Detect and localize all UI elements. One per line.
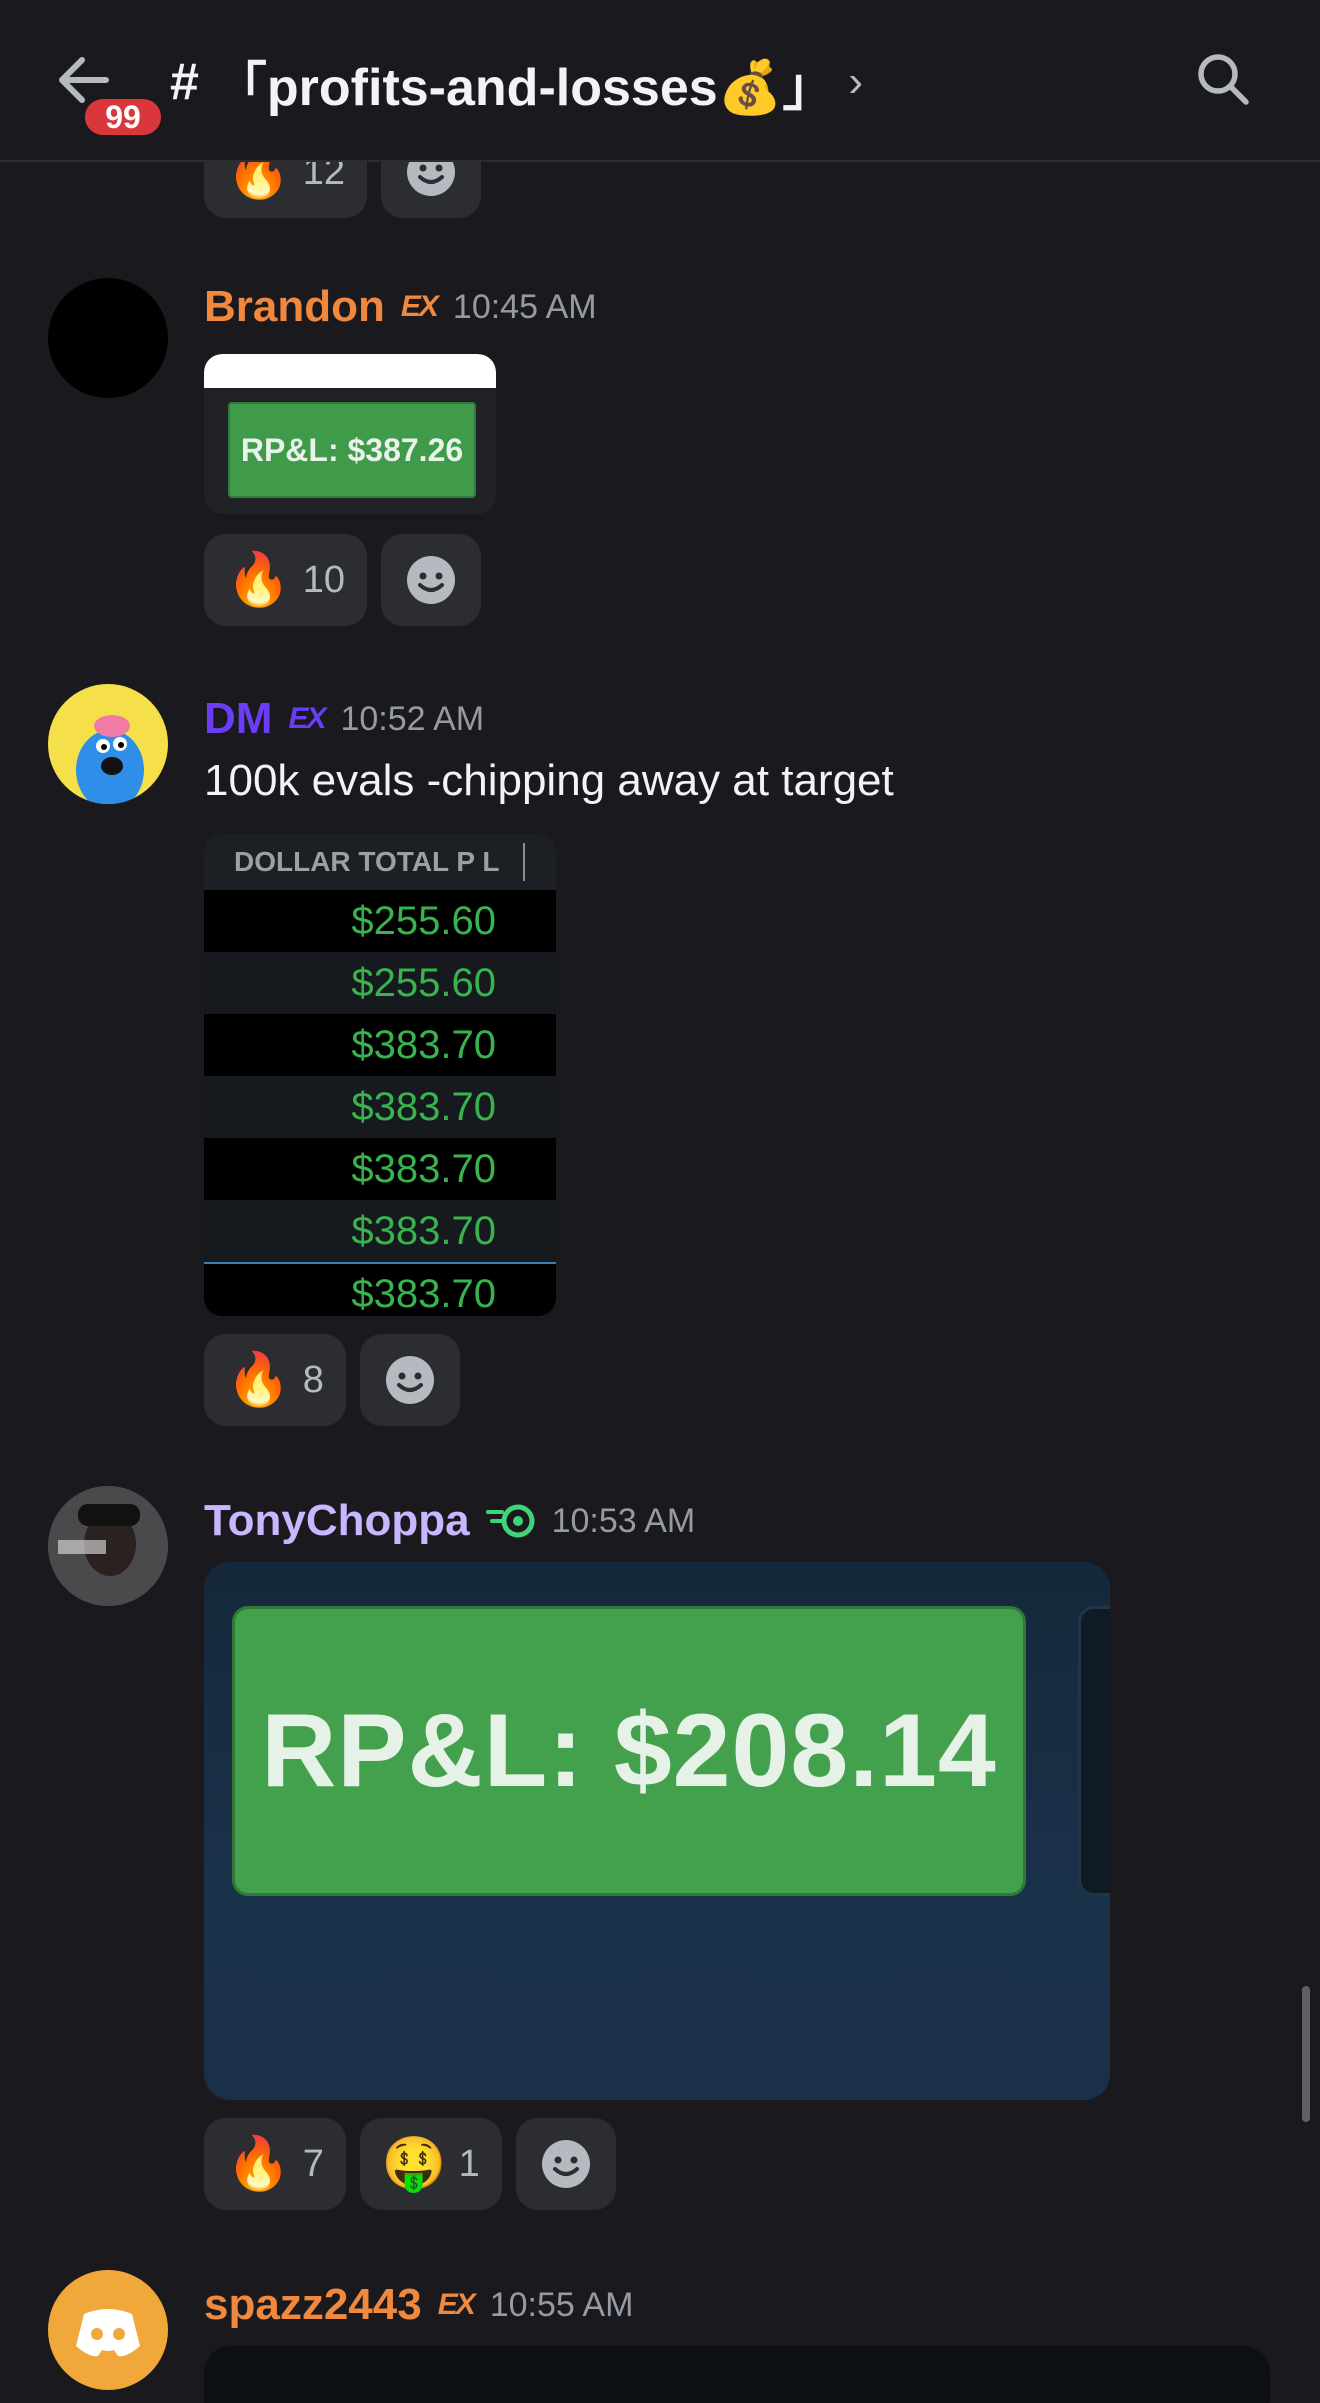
image-top-strip — [204, 354, 496, 388]
username[interactable]: spazz2443 — [204, 2280, 422, 2330]
add-reaction-button[interactable] — [381, 534, 482, 626]
avatar[interactable] — [48, 2270, 168, 2390]
pnl-image-attachment[interactable]: RP&L: $208.14 — [204, 1562, 1110, 2100]
table-row: $255.60 — [204, 890, 556, 952]
pnl-value: RP&L: $208.14 — [232, 1606, 1026, 1896]
timestamp: 10:45 AM — [452, 287, 597, 326]
reaction-fire[interactable]: 🔥 7 — [204, 2118, 346, 2210]
hash-icon: # — [170, 53, 199, 111]
chevron-right-icon: › — [848, 57, 864, 106]
table-row: $383.70 — [204, 1014, 556, 1076]
avatar[interactable] — [48, 278, 168, 398]
table-row: $383.70 — [204, 1076, 556, 1138]
reaction-fire[interactable]: 🔥 8 — [204, 1334, 346, 1426]
reaction-money-mouth[interactable]: 🤑 1 — [359, 2118, 502, 2210]
reaction-count: 7 — [302, 2142, 324, 2185]
unread-badge: 99 — [80, 94, 166, 140]
table-row: $383.70 — [204, 1262, 556, 1316]
message-header: Brandon EX 10:45 AM — [204, 282, 597, 332]
username[interactable]: DM — [204, 694, 272, 744]
discord-logo-icon — [76, 2309, 140, 2357]
smiley-icon — [385, 1356, 434, 1404]
image-side-panel — [1078, 1606, 1110, 1896]
add-reaction-button[interactable] — [359, 1334, 460, 1426]
table-row: $383.70 — [204, 1138, 556, 1200]
table-row: $255.60 — [204, 952, 556, 1014]
timestamp: 10:52 AM — [340, 699, 485, 738]
image-attachment[interactable] — [204, 2346, 1270, 2403]
table-row: $383.70 — [204, 1200, 556, 1262]
message-header: spazz2443 EX 10:55 AM — [204, 2280, 633, 2330]
timestamp: 10:53 AM — [551, 1501, 696, 1540]
reaction-count: 1 — [458, 2142, 480, 2185]
timestamp: 10:55 AM — [489, 2285, 634, 2324]
fire-emoji-icon: 🔥 — [226, 2135, 291, 2193]
username[interactable]: TonyChoppa — [204, 1496, 470, 1546]
ex-tag-icon: EX — [400, 290, 439, 323]
reaction-bar: 🔥 8 — [204, 1334, 460, 1426]
message-text: 100k evals -chipping away at target — [204, 756, 894, 805]
smiley-icon — [407, 556, 456, 604]
reaction-fire[interactable]: 🔥 10 — [204, 534, 368, 626]
channel-name: 「profits-and-losses💰」 — [214, 58, 835, 117]
blue-mascot-avatar-icon — [76, 715, 144, 804]
add-reaction-button[interactable] — [515, 2118, 616, 2210]
reaction-bar: 🔥 10 — [204, 534, 482, 626]
nitro-boost-icon — [485, 1504, 535, 1538]
fire-emoji-icon: 🔥 — [226, 551, 291, 609]
pnl-value: RP&L: $387.26 — [228, 402, 476, 498]
avatar[interactable] — [48, 684, 168, 804]
username[interactable]: Brandon — [204, 282, 385, 332]
reaction-bar: 🔥 7 🤑 1 — [204, 2118, 616, 2210]
fire-emoji-icon: 🔥 — [226, 1351, 291, 1409]
channel-header: 99 # 「profits-and-losses💰」 › — [0, 0, 1320, 162]
search-icon[interactable] — [1192, 48, 1252, 108]
channel-title[interactable]: # 「profits-and-losses💰」 › — [170, 42, 863, 122]
money-mouth-emoji-icon: 🤑 — [381, 2135, 447, 2193]
user-photo-avatar-icon — [48, 1486, 168, 1606]
message-header: DM EX 10:52 AM — [204, 694, 484, 744]
table-header: DOLLAR TOTAL P L — [204, 834, 556, 890]
avatar[interactable] — [48, 1486, 168, 1606]
scrollbar[interactable] — [1302, 1986, 1310, 2122]
pnl-image-attachment[interactable]: RP&L: $387.26 — [204, 354, 496, 514]
message-header: TonyChoppa 10:53 AM — [204, 1496, 695, 1546]
reaction-count: 8 — [302, 1358, 324, 1401]
reaction-count: 10 — [302, 558, 346, 601]
smiley-icon — [541, 2140, 590, 2188]
ex-tag-icon: EX — [288, 702, 326, 735]
ex-tag-icon: EX — [437, 2288, 476, 2321]
pnl-table-image-attachment[interactable]: DOLLAR TOTAL P L $255.60 $255.60 $383.70… — [204, 834, 556, 1316]
